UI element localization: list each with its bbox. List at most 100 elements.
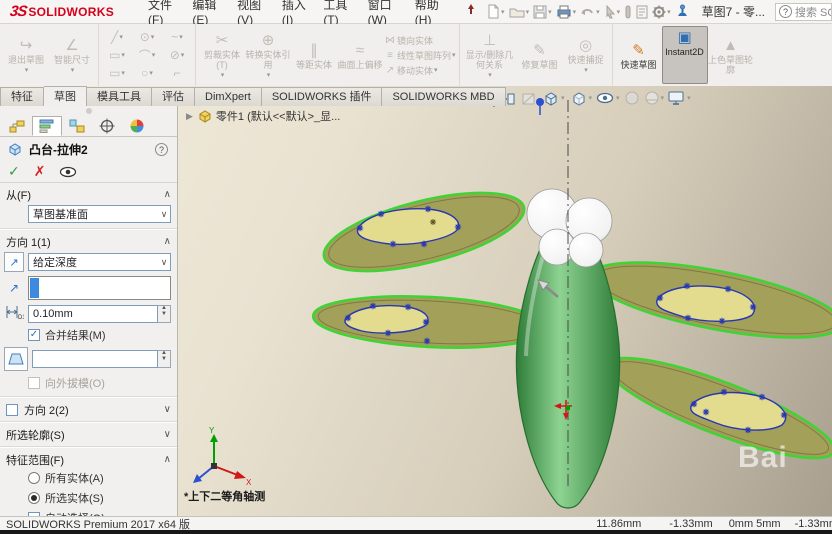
wing-lower-left[interactable] bbox=[311, 291, 549, 353]
collapse-chevron-icon[interactable]: ∧ bbox=[164, 236, 171, 247]
exit-sketch-icon: ↪ bbox=[19, 37, 33, 55]
select-icon[interactable]: ▾ bbox=[602, 4, 623, 20]
draft-toggle-button[interactable] bbox=[4, 347, 28, 371]
depth-value-field[interactable]: 0.10mm bbox=[28, 304, 158, 323]
draft-spinner[interactable]: ▲ ▼ bbox=[158, 350, 171, 368]
configuration-manager-tab[interactable] bbox=[62, 116, 92, 136]
new-document-icon[interactable]: ▾ bbox=[484, 3, 507, 20]
selected-contours-group-header[interactable]: 所选轮廓(S) ∨ bbox=[0, 426, 177, 443]
svg-text:D1: D1 bbox=[18, 315, 24, 320]
logo-3s: 3S bbox=[8, 3, 28, 20]
view-orientation-icon[interactable]: ▾ bbox=[539, 89, 567, 107]
search-box[interactable]: ? 搜索 SOLIDW bbox=[775, 2, 832, 21]
reverse-direction-button[interactable]: ↗ bbox=[4, 252, 24, 272]
panel-resize-handle[interactable] bbox=[85, 108, 92, 114]
attachment-icon[interactable] bbox=[622, 4, 634, 20]
ribbon-group-sketch-main: ↪ 退出草图 ▾ ∠ 智能尺寸 ▾ bbox=[0, 24, 99, 86]
expand-chevron-icon[interactable]: ∨ bbox=[164, 404, 171, 415]
display-manager-tab[interactable] bbox=[122, 116, 152, 136]
feature-manager-tab[interactable] bbox=[2, 116, 32, 136]
smart-dimension-icon: ∠ bbox=[65, 37, 79, 55]
merge-result-checkbox[interactable]: ✓ bbox=[28, 329, 40, 341]
section-view-icon bbox=[518, 90, 539, 107]
expand-chevron-icon[interactable]: ∨ bbox=[164, 429, 171, 440]
polygon-tool-icon: ○ ▾ bbox=[141, 66, 153, 80]
pattern-icon: ≡ bbox=[387, 49, 393, 61]
move-icon: ↗ bbox=[385, 64, 395, 76]
property-manager-panel: 凸台-拉伸2 ? ✓ ✗ 从(F) ∧ 草图基准面 ∨ 方向 1(1) ∧ ↗ … bbox=[0, 106, 178, 516]
quick-snaps-button: ◎ 快速捕捉 ▾ bbox=[567, 37, 604, 74]
repair-sketch-button: ✎ 修复草图 bbox=[521, 41, 558, 70]
move-entities-button: ↗ 移动实体 ▾ bbox=[383, 63, 456, 78]
pin-menu-icon[interactable] bbox=[466, 3, 476, 20]
part-tree-label[interactable]: 零件1 (默认<<默认>_显... bbox=[216, 108, 340, 124]
open-icon[interactable]: ▾ bbox=[507, 4, 532, 20]
tab-evaluate[interactable]: 评估 bbox=[152, 87, 195, 106]
save-icon[interactable]: ▾ bbox=[531, 4, 554, 20]
tab-sketch[interactable]: 草图 bbox=[44, 86, 87, 106]
solidworks-logo: 3S SOLIDWORKS bbox=[8, 3, 115, 20]
trim-entities-button: ✂ 剪裁实体(T) ▾ bbox=[203, 32, 240, 79]
wing-upper-right[interactable] bbox=[585, 247, 832, 353]
end-condition-select[interactable]: 给定深度 ∨ bbox=[28, 253, 171, 271]
direction-reference-icon: ↗ bbox=[8, 281, 20, 295]
draft-angle-field[interactable] bbox=[32, 350, 158, 368]
direction2-checkbox[interactable]: ✓ bbox=[6, 403, 18, 416]
tab-features[interactable]: 特征 bbox=[0, 87, 44, 106]
selection-caret bbox=[30, 278, 39, 298]
tab-dimxpert[interactable]: DimXpert bbox=[195, 87, 262, 106]
collapse-chevron-icon[interactable]: ∧ bbox=[164, 454, 171, 465]
convert-entities-button: ⊕ 转换实体引用 ▾ bbox=[245, 32, 291, 79]
undo-icon[interactable]: ▾ bbox=[578, 4, 602, 19]
view-settings-icon[interactable]: ▾ bbox=[666, 90, 693, 106]
circle-tool-icon: ⊙ ▾ bbox=[139, 30, 155, 44]
properties-icon[interactable] bbox=[634, 4, 650, 20]
surface-offset-button: ≈ 曲面上偏移 bbox=[337, 41, 383, 70]
all-bodies-label: 所有实体(A) bbox=[45, 473, 104, 485]
draft-outward-checkbox: ✓ bbox=[28, 377, 40, 389]
depth-spinner[interactable]: ▲ ▼ bbox=[158, 304, 171, 323]
wing-upper-left[interactable] bbox=[317, 177, 532, 287]
instant2d-button[interactable]: ▣ Instant2D bbox=[661, 26, 708, 84]
all-bodies-radio[interactable] bbox=[28, 472, 40, 484]
ok-button[interactable]: ✓ bbox=[8, 163, 20, 180]
tab-mold-tools[interactable]: 模具工具 bbox=[87, 87, 152, 106]
rebuild-icon[interactable] bbox=[673, 3, 692, 20]
preview-eye-icon[interactable] bbox=[59, 166, 77, 178]
feature-tree-flyout[interactable]: ▶ 零件1 (默认<<默认>_显... bbox=[186, 108, 340, 124]
ribbon-group-relations: ⊥ 显示/删除几何关系 ▾ ✎ 修复草图 ◎ 快速捕捉 ▾ bbox=[460, 24, 613, 86]
from-condition-select[interactable]: 草图基准面 ∨ bbox=[28, 205, 171, 223]
options-gear-icon[interactable]: ▾ bbox=[650, 4, 673, 20]
cancel-button[interactable]: ✗ bbox=[34, 163, 46, 180]
collapse-chevron-icon[interactable]: ∧ bbox=[164, 189, 171, 200]
direction2-group-header[interactable]: ✓ 方向 2(2) ∨ bbox=[0, 401, 177, 418]
reference-triad: Y X bbox=[193, 426, 252, 487]
hide-show-items-icon[interactable]: ▾ bbox=[594, 91, 622, 105]
coord-z: 0mm bbox=[728, 517, 754, 530]
from-group-header[interactable]: 从(F) ∧ bbox=[0, 186, 177, 203]
display-style-icon[interactable]: ▾ bbox=[567, 89, 595, 107]
direction1-group-header[interactable]: 方向 1(1) ∧ bbox=[0, 233, 177, 250]
tab-solidworks-addins[interactable]: SOLIDWORKS 插件 bbox=[261, 87, 383, 106]
dimxpert-manager-tab[interactable] bbox=[92, 116, 122, 136]
view-orientation-label: *上下二等角轴测 bbox=[184, 491, 266, 503]
logo-wordmark: SOLIDWORKS bbox=[28, 5, 115, 19]
print-icon[interactable]: ▾ bbox=[554, 4, 579, 20]
pointer-coordinates: 11.86mm -1.33mm 0mm 5mm -1.33mm bbox=[596, 518, 832, 530]
tab-solidworks-mbd[interactable]: SOLIDWORKS MBD bbox=[382, 87, 506, 106]
help-circle-icon[interactable]: ? bbox=[779, 5, 792, 18]
merge-result-label: 合并结果(M) bbox=[45, 330, 106, 342]
tree-expand-arrow-icon[interactable]: ▶ bbox=[186, 111, 193, 122]
coord-extra-1: 5mm bbox=[756, 517, 781, 530]
feature-title: 凸台-拉伸2 bbox=[29, 142, 88, 157]
rapid-sketch-button[interactable]: ✎ 快速草图 bbox=[616, 40, 662, 70]
combo-arrow-icon: ∨ bbox=[160, 208, 168, 219]
search-placeholder: 搜索 SOLIDW bbox=[795, 6, 831, 19]
wing-lower-right[interactable] bbox=[597, 340, 832, 476]
direction-reference-field[interactable] bbox=[28, 276, 171, 300]
pm-action-row: ✓ ✗ bbox=[0, 161, 177, 183]
feature-scope-group-header[interactable]: 特征范围(F) ∧ bbox=[0, 451, 177, 468]
pm-help-icon[interactable]: ? bbox=[155, 142, 168, 156]
selected-bodies-radio[interactable] bbox=[28, 492, 40, 504]
property-manager-tab[interactable] bbox=[32, 116, 62, 136]
